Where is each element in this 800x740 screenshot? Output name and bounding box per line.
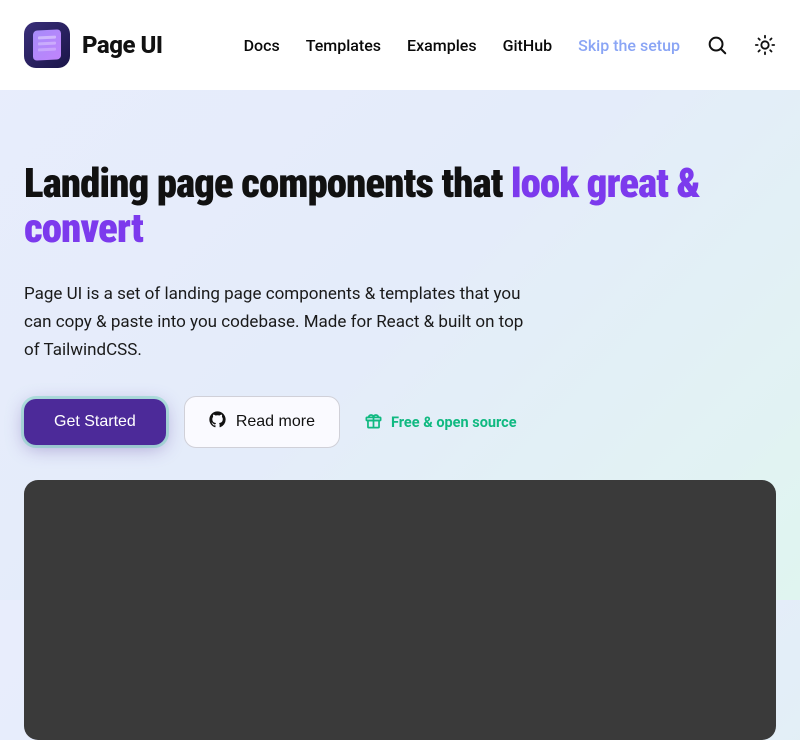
search-icon[interactable] [706, 34, 728, 56]
nav-skip-setup[interactable]: Skip the setup [578, 36, 680, 55]
main-nav: Docs Templates Examples GitHub Skip the … [244, 34, 776, 56]
nav-docs[interactable]: Docs [244, 36, 280, 55]
logo-area[interactable]: Page UI [24, 22, 163, 68]
nav-examples[interactable]: Examples [407, 36, 477, 55]
hero-description: Page UI is a set of landing page compone… [24, 280, 524, 364]
hero-title: Landing page components that look great … [24, 162, 724, 252]
badge-label: Free & open source [391, 414, 517, 431]
logo-icon [24, 22, 70, 68]
gift-icon [364, 411, 383, 434]
nav-templates[interactable]: Templates [306, 36, 381, 55]
read-more-label: Read more [236, 413, 315, 431]
hero-title-plain: Landing page components that [24, 160, 511, 208]
nav-github[interactable]: GitHub [503, 36, 553, 55]
github-icon [209, 411, 226, 433]
read-more-button[interactable]: Read more [184, 396, 340, 448]
get-started-button[interactable]: Get Started [24, 399, 166, 445]
header: Page UI Docs Templates Examples GitHub S… [0, 0, 800, 90]
theme-toggle-icon[interactable] [754, 34, 776, 56]
hero-video-placeholder [24, 480, 776, 740]
hero-section: Landing page components that look great … [0, 90, 800, 740]
brand-name: Page UI [82, 31, 163, 59]
free-open-source-badge: Free & open source [364, 411, 517, 434]
cta-row: Get Started Read more Free & open source [24, 396, 776, 448]
